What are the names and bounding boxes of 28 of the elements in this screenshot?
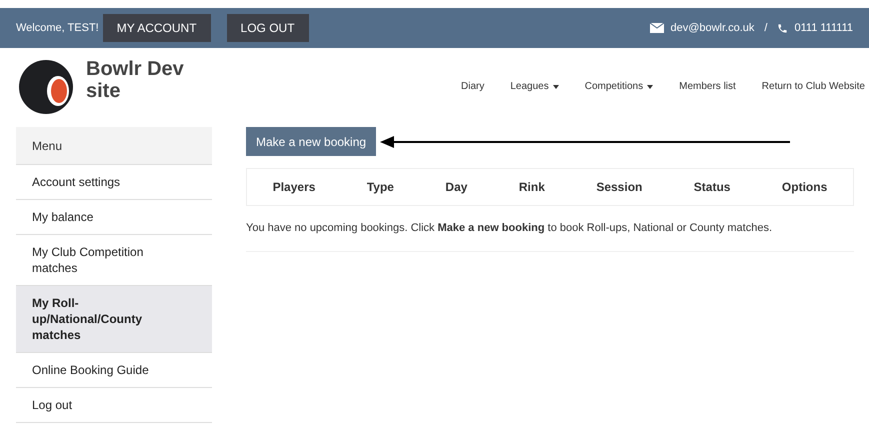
nav-link[interactable]: Leagues bbox=[510, 79, 559, 94]
column-header: Players bbox=[272, 179, 316, 196]
empty-message: You have no upcoming bookings. Click Make a new booking to book Roll-ups, National or County matches. bbox=[246, 220, 854, 252]
email-text: dev@bowlr.co.uk bbox=[670, 20, 754, 36]
nav-link[interactable]: Competitions bbox=[584, 79, 654, 94]
column-header: Type bbox=[366, 179, 394, 196]
column-header: Day bbox=[445, 179, 468, 196]
phone-icon bbox=[777, 22, 788, 34]
column-header: Rink bbox=[518, 179, 545, 196]
envelope-icon bbox=[650, 23, 664, 33]
phone-text: 0111 111111 bbox=[794, 20, 853, 36]
new-booking-button[interactable]: Make a new booking bbox=[246, 127, 376, 156]
caret-icon bbox=[552, 84, 559, 88]
nav-link[interactable]: Diary bbox=[461, 79, 484, 94]
column-header: Options bbox=[782, 179, 828, 196]
sidebar-item[interactable]: My Roll-up/National/County matches bbox=[16, 286, 212, 353]
separator-text: / bbox=[764, 20, 768, 36]
nav-link[interactable]: Return to Club Website bbox=[762, 79, 865, 94]
bowling-ball-logo bbox=[18, 58, 74, 114]
nav-link[interactable]: Members list bbox=[679, 79, 736, 94]
top-bar-button[interactable]: MY ACCOUNT bbox=[102, 14, 211, 42]
column-header: Status bbox=[694, 179, 730, 196]
top-bar-button[interactable]: LOG OUT bbox=[226, 14, 309, 42]
caret-icon bbox=[647, 84, 654, 88]
site-name: Bowlr Dev site bbox=[86, 58, 185, 102]
column-header: Session bbox=[596, 179, 642, 196]
menu-header: Menu bbox=[16, 127, 212, 165]
welcome-text: Welcome, TEST! bbox=[16, 20, 99, 36]
